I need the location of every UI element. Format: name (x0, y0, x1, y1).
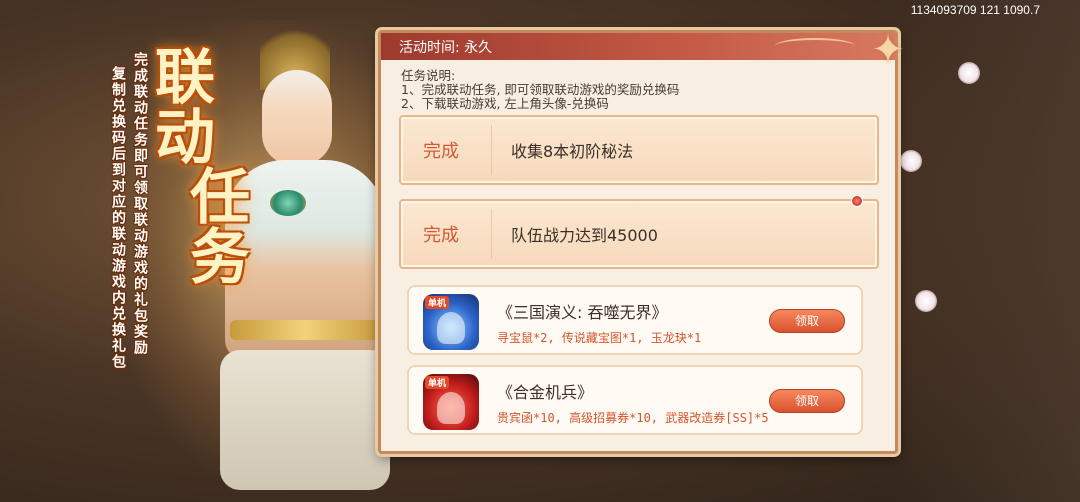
blossom-decoration (900, 150, 922, 172)
task-status: 完成 (423, 141, 459, 162)
sanguo-game-icon[interactable]: 单机 (423, 294, 479, 350)
game-reward-card: 单机 《合金机兵》 贵宾函*10, 高级招募券*10, 武器改造券[SS]*5 … (407, 365, 863, 435)
game-tag: 单机 (425, 376, 450, 389)
task-description: 任务说明: 1、完成联动任务, 即可领取联动游戏的奖励兑换码 2、下载联动游戏,… (401, 69, 881, 111)
game-tag: 单机 (425, 296, 450, 309)
blossom-decoration (915, 290, 937, 312)
task-name: 队伍战力达到45000 (511, 226, 658, 245)
divider (491, 125, 492, 175)
promo-title: 联动 任务 (150, 48, 250, 288)
divider (491, 209, 492, 259)
task-name: 收集8本初阶秘法 (511, 142, 634, 161)
hejin-game-icon[interactable]: 单机 (423, 374, 479, 430)
notification-dot (851, 195, 863, 207)
status-bar: 1134093709 121 1090.7 (910, 3, 1040, 17)
desc-line: 1、完成联动任务, 即可领取联动游戏的奖励兑换码 (401, 82, 680, 97)
game-reward-card: 单机 《三国演义: 吞噬无界》 寻宝鼠*2, 传说藏宝图*1, 玉龙玦*1 领取 (407, 285, 863, 355)
panel-header: 活动时间: 永久 (381, 33, 895, 60)
task-card: 完成 队伍战力达到45000 (399, 199, 879, 269)
four-point-star-icon: ✦ (871, 27, 905, 73)
task-panel: 活动时间: 永久 任务说明: 1、完成联动任务, 即可领取联动游戏的奖励兑换码 … (378, 30, 898, 454)
background-branch (890, 0, 1080, 502)
header-ornament (775, 38, 855, 54)
desc-line: 任务说明: (401, 68, 456, 83)
claim-button[interactable]: 领取 (769, 389, 845, 413)
desc-line: 2、下载联动游戏, 左上角头像-兑换码 (401, 96, 609, 111)
game-rewards: 寻宝鼠*2, 传说藏宝图*1, 玉龙玦*1 (497, 331, 702, 345)
task-card: 完成 收集8本初阶秘法 (399, 115, 879, 185)
activity-time: 活动时间: 永久 (399, 40, 493, 56)
promo-title-line1: 联动 (155, 43, 215, 173)
game-name: 《三国演义: 吞噬无界》 (497, 303, 668, 322)
game-rewards: 贵宾函*10, 高级招募券*10, 武器改造券[SS]*5 (497, 411, 769, 425)
promo-title-line2: 任务 (190, 163, 250, 293)
claim-button[interactable]: 领取 (769, 309, 845, 333)
game-name: 《合金机兵》 (497, 383, 594, 402)
task-status: 完成 (423, 225, 459, 246)
promo-desc-line1: 完成联动任务即可领取联动游戏的礼包奖励 (132, 52, 148, 356)
promo-desc-line2: 复制兑换码后到对应的联动游戏内兑换礼包 (110, 66, 126, 370)
blossom-decoration (958, 62, 980, 84)
